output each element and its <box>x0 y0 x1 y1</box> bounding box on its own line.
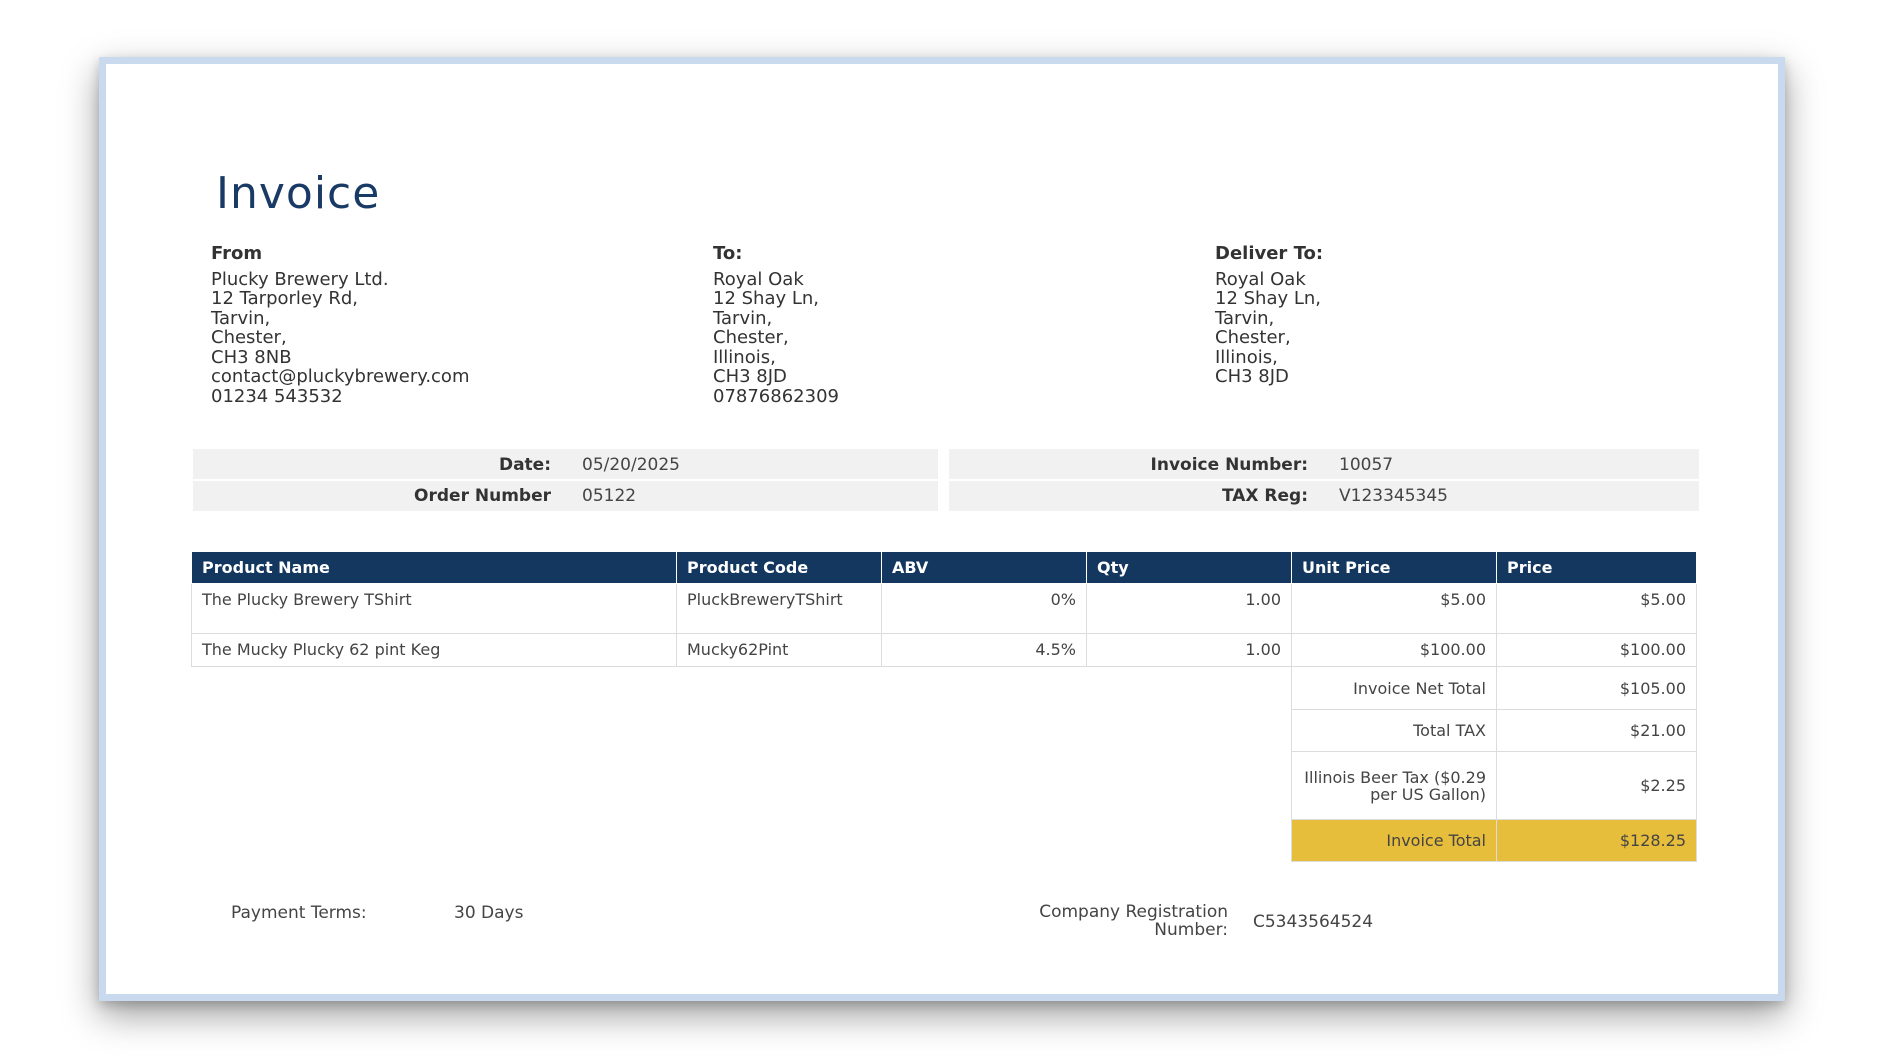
from-line: Plucky Brewery Ltd. <box>211 268 389 290</box>
product-name-cell: The Plucky Brewery TShirt <box>191 583 677 634</box>
product-name-cell: The Mucky Plucky 62 pint Keg <box>191 633 677 667</box>
blank-cell <box>192 710 1292 752</box>
from-heading: From <box>211 243 263 264</box>
unit-price-cell: $100.00 <box>1291 633 1497 667</box>
order-number-value: 05122 <box>582 486 637 506</box>
from-line: Tarvin, <box>211 307 271 329</box>
price-cell: $100.00 <box>1496 633 1697 667</box>
order-number-label: Order Number <box>414 486 551 506</box>
blank-cell <box>192 820 1292 862</box>
from-email: contact@pluckybrewery.com <box>211 366 470 387</box>
to-line: CH3 8JD <box>713 366 787 387</box>
qty-cell: 1.00 <box>1086 633 1292 667</box>
order-number-row: Order Number 05122 <box>193 480 938 511</box>
blank-cell <box>192 752 1292 820</box>
company-registration-value: C5343564524 <box>1253 912 1374 932</box>
tax-reg-label: TAX Reg: <box>1221 486 1308 506</box>
tax-reg-row: TAX Reg: V123345345 <box>949 480 1699 511</box>
product-code-cell: PluckBreweryTShirt <box>676 583 882 634</box>
column-header-qty: Qty <box>1086 551 1292 584</box>
screen: Invoice From Plucky Brewery Ltd. 12 Tarp… <box>0 0 1884 1059</box>
deliver-to-line: Chester, <box>1215 327 1291 348</box>
tax-reg-value: V123345345 <box>1339 486 1448 506</box>
price-cell: $5.00 <box>1496 583 1697 634</box>
to-line: Tarvin, <box>713 307 773 329</box>
deliver-to-address-block: Deliver To: Royal Oak 12 Shay Ln, Tarvin… <box>1215 244 1323 387</box>
to-line: Illinois, <box>713 346 776 368</box>
date-value: 05/20/2025 <box>582 455 680 475</box>
blank-cell <box>192 667 1292 710</box>
date-order-box: Date: 05/20/2025 Order Number 05122 <box>193 449 938 511</box>
total-tax-label: Total TAX <box>1291 709 1497 752</box>
beer-tax-label: Illinois Beer Tax ($0.29 per US Gallon) <box>1291 751 1497 820</box>
net-total-label: Invoice Net Total <box>1291 666 1497 710</box>
from-phone: 01234 543532 <box>211 385 343 407</box>
company-registration-label: Company Registration Number: <box>1039 902 1228 940</box>
invoice-number-row: Invoice Number: 10057 <box>949 449 1699 480</box>
deliver-to-line: Illinois, <box>1215 346 1278 368</box>
beer-tax-value: $2.25 <box>1496 751 1697 820</box>
table-row: The Plucky Brewery TShirt PluckBreweryTS… <box>191 583 1697 634</box>
total-tax-value: $21.00 <box>1496 709 1697 752</box>
qty-cell: 1.00 <box>1086 583 1292 634</box>
column-header-product-code: Product Code <box>676 551 882 584</box>
column-header-unit-price: Unit Price <box>1291 551 1497 584</box>
product-code-cell: Mucky62Pint <box>676 633 882 667</box>
invoice-total-value: $128.25 <box>1496 819 1697 862</box>
deliver-to-line: CH3 8JD <box>1215 366 1289 387</box>
invoice-total-row: Invoice Total $128.25 <box>192 819 1697 862</box>
net-total-value: $105.00 <box>1496 666 1697 710</box>
deliver-to-heading: Deliver To: <box>1215 243 1324 264</box>
invoice-number-value: 10057 <box>1339 455 1394 475</box>
invoice-title: Invoice <box>216 168 381 219</box>
to-line: 12 Shay Ln, <box>713 288 820 309</box>
deliver-to-line: Tarvin, <box>1215 307 1275 329</box>
abv-cell: 4.5% <box>881 633 1087 667</box>
to-heading: To: <box>713 243 743 264</box>
payment-terms-value: 30 Days <box>454 903 524 923</box>
from-line: CH3 8NB <box>211 346 292 368</box>
deliver-to-line: Royal Oak <box>1215 268 1306 290</box>
abv-cell: 0% <box>881 583 1087 634</box>
unit-price-cell: $5.00 <box>1291 583 1497 634</box>
to-line: Royal Oak <box>713 268 804 290</box>
total-tax-row: Total TAX $21.00 <box>192 709 1697 752</box>
table-row: The Mucky Plucky 62 pint Keg Mucky62Pint… <box>191 633 1697 667</box>
invoice-number-label: Invoice Number: <box>1150 455 1308 475</box>
to-phone: 07876862309 <box>713 385 839 407</box>
deliver-to-line: 12 Shay Ln, <box>1215 288 1322 309</box>
date-label: Date: <box>498 455 551 475</box>
invoice-total-label: Invoice Total <box>1291 819 1497 862</box>
to-address-block: To: Royal Oak 12 Shay Ln, Tarvin, Cheste… <box>713 244 839 406</box>
date-row: Date: 05/20/2025 <box>193 449 938 480</box>
invoice-number-box: Invoice Number: 10057 TAX Reg: V12334534… <box>949 449 1699 511</box>
net-total-row: Invoice Net Total $105.00 <box>192 666 1697 710</box>
to-line: Chester, <box>713 327 789 348</box>
from-address-block: From Plucky Brewery Ltd. 12 Tarporley Rd… <box>211 244 469 406</box>
beer-tax-row: Illinois Beer Tax ($0.29 per US Gallon) … <box>192 751 1697 820</box>
invoice-document: Invoice From Plucky Brewery Ltd. 12 Tarp… <box>99 57 1785 1001</box>
column-header-abv: ABV <box>881 551 1087 584</box>
table-header-row: Product Name Product Code ABV Qty Unit P… <box>191 551 1697 584</box>
payment-terms-label: Payment Terms: <box>231 903 367 923</box>
from-line: Chester, <box>211 327 287 348</box>
column-header-price: Price <box>1496 551 1697 584</box>
line-items-table: Product Name Product Code ABV Qty Unit P… <box>191 551 1697 862</box>
column-header-product-name: Product Name <box>191 551 677 584</box>
from-line: 12 Tarporley Rd, <box>211 288 359 309</box>
